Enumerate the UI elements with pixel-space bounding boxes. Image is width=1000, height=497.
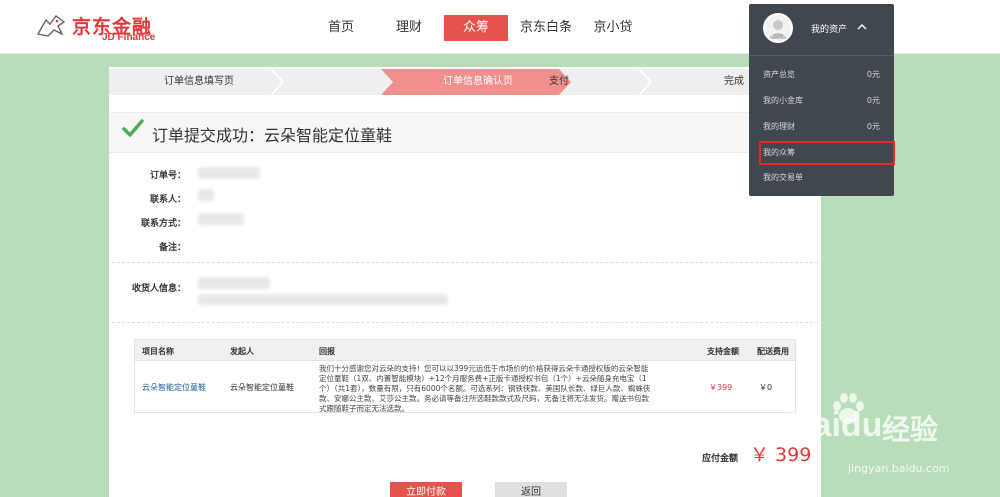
- phone-label: 联系方式：: [140, 219, 186, 229]
- my-assets-title[interactable]: 我的资产: [811, 22, 847, 35]
- menu-item-vault[interactable]: 我的小金库: [763, 95, 803, 106]
- watermark-brand-cn: 经验: [882, 413, 939, 446]
- nav-xiaodai[interactable]: 京小贷: [586, 15, 640, 41]
- progress-steps: 订单信息填写页 订单信息确认页 支付 完成: [109, 69, 821, 95]
- step-separator-icon: [271, 69, 285, 95]
- highlight-annotation: [759, 141, 895, 165]
- order-no-label: 订单号：: [149, 171, 186, 181]
- contact-label: 联系人：: [149, 195, 186, 205]
- receiver-name-value: [198, 277, 270, 289]
- check-icon: [122, 119, 144, 137]
- contact-value: [198, 189, 214, 201]
- nav-wealth[interactable]: 理财: [384, 15, 434, 41]
- step-separator-icon: [639, 69, 653, 95]
- watermark-url: jingyan.baidu.com: [848, 462, 950, 475]
- step-fill-order: 订单信息填写页: [164, 76, 234, 87]
- total-label: 应付金额: [702, 454, 739, 464]
- col-sponsor: 发起人: [230, 347, 254, 356]
- logo-text-en: JD Finance: [102, 32, 156, 43]
- divider: [112, 322, 818, 323]
- nav-crowdfunding[interactable]: 众筹: [444, 15, 508, 41]
- menu-value-vault: 0元: [866, 96, 880, 105]
- success-title: 订单提交成功：云朵智能定位童鞋: [152, 126, 393, 145]
- project-link[interactable]: 云朵智能定位童鞋: [142, 382, 206, 393]
- avatar[interactable]: ZDY: [763, 13, 793, 43]
- menu-item-transactions[interactable]: 我的交易单: [763, 172, 803, 183]
- step-payment: 支付: [549, 76, 569, 87]
- support-amount: ￥399: [709, 383, 733, 392]
- table-row: 云朵智能定位童鞋 云朵智能定位童鞋 我们十分感谢您对云朵的支持！您可以以399元…: [134, 361, 796, 413]
- nav-baitiao[interactable]: 京东白条: [516, 15, 576, 41]
- table-header: 项目名称 发起人 回报 支持金额 配送费用: [134, 339, 796, 361]
- note-label: 备注：: [158, 243, 186, 253]
- watermark-brand: Baidu: [788, 406, 883, 444]
- success-banner: 订单提交成功：云朵智能定位童鞋: [109, 112, 821, 153]
- receiver-address-value: [198, 294, 448, 305]
- menu-divider: [749, 55, 894, 56]
- sponsor-name: 云朵智能定位童鞋: [230, 383, 294, 392]
- divider: [112, 262, 818, 263]
- col-shipping: 配送费用: [757, 347, 789, 356]
- order-no-value: [198, 167, 260, 179]
- my-assets-dropdown: ZDY 我的资产 资产总览 0元 我的小金库 0元 我的理财 0元 我的众筹 我…: [749, 4, 894, 196]
- col-amount: 支持金额: [707, 347, 739, 356]
- jd-dog-logo-icon: [36, 15, 66, 37]
- menu-item-wealth[interactable]: 我的理财: [763, 121, 795, 132]
- reward-description: 我们十分感谢您对云朵的支持！您可以以399元远低于市场价的价格获得云朵卡通授权版…: [319, 364, 651, 413]
- col-project-name: 项目名称: [142, 347, 174, 356]
- pay-now-button[interactable]: 立即付款: [390, 482, 462, 497]
- baidu-jingyan-watermark: Baidu 经验 jingyan.baidu.com: [770, 382, 970, 497]
- menu-value-asset-overview: 0元: [866, 70, 880, 79]
- nav-home[interactable]: 首页: [316, 15, 366, 41]
- phone-value: [198, 213, 244, 225]
- back-button[interactable]: 返回: [495, 482, 567, 497]
- receiver-label: 收货人信息：: [131, 284, 186, 294]
- menu-item-asset-overview[interactable]: 资产总览: [763, 69, 795, 80]
- col-reward: 回报: [319, 347, 335, 356]
- chevron-up-icon[interactable]: [857, 23, 867, 31]
- menu-value-wealth: 0元: [866, 122, 880, 131]
- avatar-tag: ZDY: [772, 34, 784, 40]
